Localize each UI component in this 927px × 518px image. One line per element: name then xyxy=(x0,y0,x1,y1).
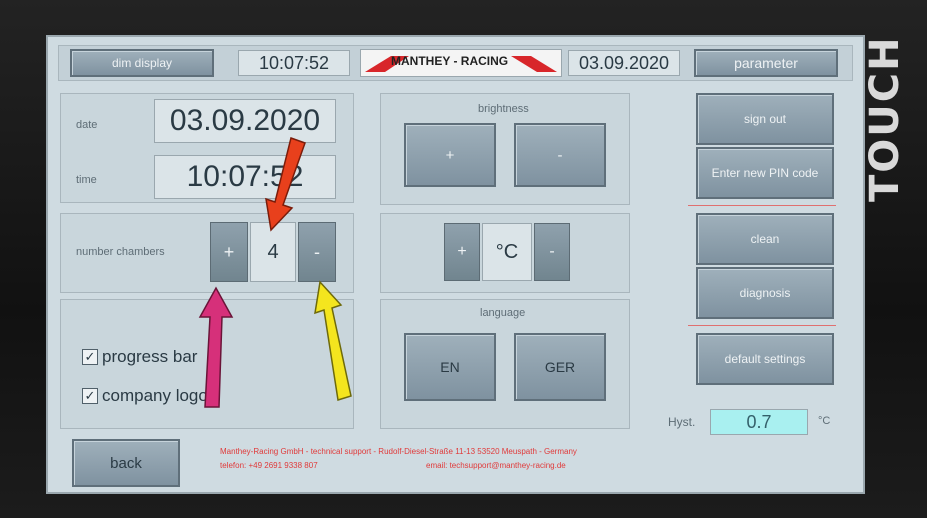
parameter-button[interactable]: parameter xyxy=(694,49,838,77)
diagnosis-button[interactable]: diagnosis xyxy=(696,267,834,319)
sign-out-button[interactable]: sign out xyxy=(696,93,834,145)
footer-email: email: techsupport@manthey-racing.de xyxy=(426,461,566,470)
brightness-plus-button[interactable]: + xyxy=(404,123,496,187)
header-date: 03.09.2020 xyxy=(568,50,680,76)
unit-plus-button[interactable]: + xyxy=(444,223,480,281)
chambers-value: 4 xyxy=(250,222,296,282)
header-clock: 10:07:52 xyxy=(238,50,350,76)
right-divider-1 xyxy=(688,205,836,206)
progress-bar-option[interactable]: ✓ progress bar xyxy=(82,347,197,367)
brightness-minus-button[interactable]: - xyxy=(514,123,606,187)
progress-bar-label: progress bar xyxy=(102,347,198,366)
hyst-value-field[interactable]: 0.7 xyxy=(710,409,808,435)
hyst-unit: °C xyxy=(818,415,831,427)
footer-company-line: Manthey-Racing GmbH - technical support … xyxy=(220,447,577,456)
chambers-plus-button[interactable]: + xyxy=(210,222,248,282)
language-en-button[interactable]: EN xyxy=(404,333,496,401)
time-label: time xyxy=(76,174,97,186)
clean-button[interactable]: clean xyxy=(696,213,834,265)
hyst-label: Hyst. xyxy=(668,415,696,429)
progress-bar-checkbox[interactable]: ✓ xyxy=(82,349,98,365)
company-logo-checkbox[interactable]: ✓ xyxy=(82,388,98,404)
language-ger-button[interactable]: GER xyxy=(514,333,606,401)
brand-text: MANTHEY - RACING xyxy=(391,54,509,68)
brand-logo: MANTHEY - RACING xyxy=(360,49,562,77)
language-title: language xyxy=(480,307,526,319)
dim-display-button[interactable]: dim display xyxy=(70,49,214,77)
default-settings-button[interactable]: default settings xyxy=(696,333,834,385)
company-logo-label: company logo xyxy=(102,386,208,405)
brightness-title: brightness xyxy=(478,103,529,115)
back-button[interactable]: back xyxy=(72,439,180,487)
footer-phone: telefon: +49 2691 9338 807 xyxy=(220,461,318,470)
right-divider-2 xyxy=(688,325,836,326)
touch-screen: dim display 10:07:52 MANTHEY - RACING 03… xyxy=(46,35,865,494)
time-display: 10:07:52 xyxy=(154,155,336,199)
unit-value: °C xyxy=(482,223,532,281)
company-logo-option[interactable]: ✓ company logo xyxy=(82,386,208,406)
enter-pin-button[interactable]: Enter new PIN code xyxy=(696,147,834,199)
date-display: 03.09.2020 xyxy=(154,99,336,143)
unit-minus-button[interactable]: - xyxy=(534,223,570,281)
date-label: date xyxy=(76,119,98,131)
chambers-minus-button[interactable]: - xyxy=(298,222,336,282)
chambers-label: number chambers xyxy=(76,246,165,258)
touch-label: TOUCH xyxy=(862,35,908,202)
